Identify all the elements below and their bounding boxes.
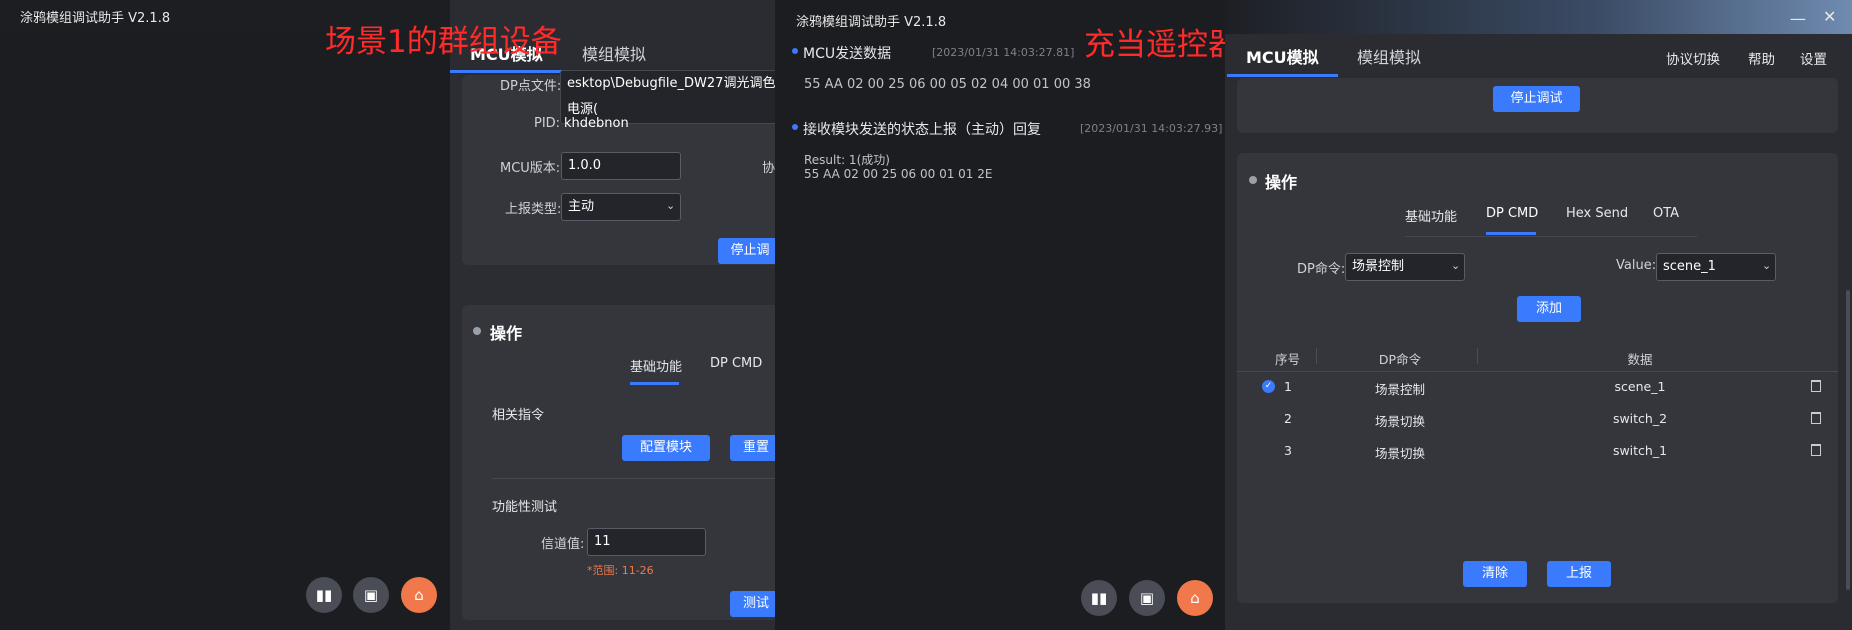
subtab-divider bbox=[1405, 236, 1697, 237]
delete-icon[interactable] bbox=[1811, 444, 1821, 456]
tab-underline-left bbox=[450, 70, 565, 73]
related-cmd-label: 相关指令 bbox=[492, 408, 545, 423]
subtab-basic-left[interactable]: 基础功能 bbox=[630, 356, 682, 375]
stop-debug-button-right[interactable]: 停止调试 bbox=[1493, 86, 1580, 112]
clear-button[interactable]: 清除 bbox=[1463, 561, 1527, 587]
chevron-down-icon: ⌄ bbox=[1762, 259, 1772, 272]
table-header-line bbox=[1237, 371, 1838, 372]
row-no: 2 bbox=[1284, 411, 1292, 426]
value-select[interactable]: scene_1 bbox=[1656, 253, 1776, 281]
row-no: 1 bbox=[1284, 379, 1292, 394]
left-blank-area bbox=[0, 30, 450, 630]
row-data: switch_2 bbox=[1612, 411, 1668, 426]
dp-cmd-label: DP命令: bbox=[1297, 262, 1346, 277]
subtab-underline-left bbox=[630, 382, 679, 385]
dp-cmd-value: 场景控制 bbox=[1352, 259, 1405, 274]
left-window-title: 涂鸦模组调试助手 V2.1.8 bbox=[20, 11, 171, 26]
menu-protocol-switch[interactable]: 协议切换 bbox=[1666, 48, 1720, 68]
subtab-dpcmd-left[interactable]: DP CMD bbox=[710, 356, 762, 371]
row-data: switch_1 bbox=[1612, 443, 1668, 458]
save-icon[interactable]: ▣ bbox=[353, 577, 389, 613]
scrollbar[interactable] bbox=[1846, 290, 1850, 590]
protocol-label-partial: 协 bbox=[762, 161, 776, 176]
mcu-version-input[interactable]: 1.0.0 bbox=[561, 152, 681, 180]
log-time-1: [2023/01/31 14:03:27.81] bbox=[932, 46, 1075, 59]
table-header-sep bbox=[1477, 348, 1478, 364]
minimize-icon[interactable]: — bbox=[1790, 9, 1806, 28]
note-group-device: 场景1的群组设备 bbox=[325, 24, 562, 60]
chart-icon[interactable]: ▮▮ bbox=[1081, 580, 1117, 616]
add-button[interactable]: 添加 bbox=[1517, 296, 1581, 322]
channel-label: 信道值: bbox=[541, 537, 585, 552]
pid-value: khdebnon bbox=[564, 116, 629, 131]
row-cmd: 场景切换 bbox=[1374, 446, 1425, 461]
chevron-down-icon: ⌄ bbox=[666, 199, 676, 212]
row-cmd: 场景切换 bbox=[1374, 414, 1425, 429]
chevron-down-icon: ⌄ bbox=[1451, 259, 1461, 272]
check-icon[interactable]: ✓ bbox=[1262, 380, 1275, 393]
row-cmd: 场景控制 bbox=[1374, 382, 1425, 397]
save-icon[interactable]: ▣ bbox=[1129, 580, 1165, 616]
menu-help[interactable]: 帮助 bbox=[1748, 48, 1775, 68]
dp-cmd-select[interactable]: 场景控制 bbox=[1345, 253, 1465, 281]
broom-icon[interactable]: ⌂ bbox=[401, 577, 437, 613]
menu-settings[interactable]: 设置 bbox=[1800, 48, 1827, 68]
row-no: 3 bbox=[1284, 443, 1292, 458]
stop-debug-button-left[interactable]: 停止调 bbox=[718, 238, 782, 264]
log-line-2-1: Result: 1(成功) bbox=[804, 153, 890, 167]
report-type-label: 上报类型: bbox=[505, 202, 562, 217]
tab-module-sim-left[interactable]: 模组模拟 bbox=[582, 41, 646, 65]
log-area bbox=[775, 0, 1225, 630]
operation-title-right: 操作 bbox=[1265, 173, 1298, 192]
log-line-1-1: 55 AA 02 00 25 06 00 05 02 04 00 01 00 3… bbox=[804, 77, 1091, 92]
log-title-1: MCU发送数据 bbox=[803, 46, 892, 62]
log-dot-icon bbox=[792, 48, 798, 54]
delete-icon[interactable] bbox=[1811, 412, 1821, 424]
table-header-no: 序号 bbox=[1274, 352, 1300, 367]
value-value: scene_1 bbox=[1663, 259, 1716, 274]
channel-input[interactable]: 11 bbox=[587, 528, 706, 556]
subtab-hexsend-right[interactable]: Hex Send bbox=[1566, 206, 1628, 221]
broom-icon[interactable]: ⌂ bbox=[1177, 580, 1213, 616]
row-data: scene_1 bbox=[1614, 379, 1666, 394]
tab-module-sim-right[interactable]: 模组模拟 bbox=[1357, 44, 1421, 68]
tab-underline-right bbox=[1227, 74, 1338, 77]
report-button[interactable]: 上报 bbox=[1547, 561, 1611, 587]
section-dot-icon bbox=[1249, 176, 1257, 184]
table-header-sep bbox=[1316, 348, 1317, 364]
log-dot-icon bbox=[792, 124, 798, 130]
log-title-2: 接收模块发送的状态上报（主动）回复 bbox=[803, 122, 1041, 138]
subtab-underline-right bbox=[1486, 232, 1536, 235]
log-time-2: [2023/01/31 14:03:27.93] bbox=[1080, 122, 1223, 135]
section-dot-icon bbox=[473, 327, 481, 335]
value-label: Value: bbox=[1616, 258, 1657, 273]
chart-icon[interactable]: ▮▮ bbox=[306, 577, 342, 613]
mcu-version-label: MCU版本: bbox=[500, 161, 561, 176]
tab-mcu-sim-right[interactable]: MCU模拟 bbox=[1246, 44, 1319, 68]
report-type-select[interactable]: 主动 bbox=[561, 193, 681, 221]
dp-file-label: DP点文件: bbox=[500, 79, 562, 94]
delete-icon[interactable] bbox=[1811, 380, 1821, 392]
right-titlebar bbox=[1225, 0, 1852, 34]
subtab-basic-right[interactable]: 基础功能 bbox=[1405, 206, 1457, 225]
config-module-button[interactable]: 配置模块 bbox=[622, 435, 710, 461]
range-hint: *范围: 11-26 bbox=[587, 564, 654, 577]
report-type-value: 主动 bbox=[568, 199, 595, 214]
log-line-2-2: 55 AA 02 00 25 06 00 01 01 2E bbox=[804, 167, 993, 181]
subtab-ota-right[interactable]: OTA bbox=[1653, 206, 1679, 221]
subtab-dpcmd-right[interactable]: DP CMD bbox=[1486, 206, 1538, 221]
table-header-cmd: DP命令 bbox=[1378, 352, 1422, 367]
close-icon[interactable]: ✕ bbox=[1823, 7, 1836, 26]
pid-label: PID: bbox=[534, 116, 561, 131]
table-header-data: 数据 bbox=[1627, 352, 1653, 367]
middle-window-title: 涂鸦模组调试助手 V2.1.8 bbox=[796, 15, 947, 30]
divider bbox=[492, 478, 782, 479]
operation-title-left: 操作 bbox=[490, 324, 523, 343]
func-test-label: 功能性测试 bbox=[492, 500, 558, 515]
